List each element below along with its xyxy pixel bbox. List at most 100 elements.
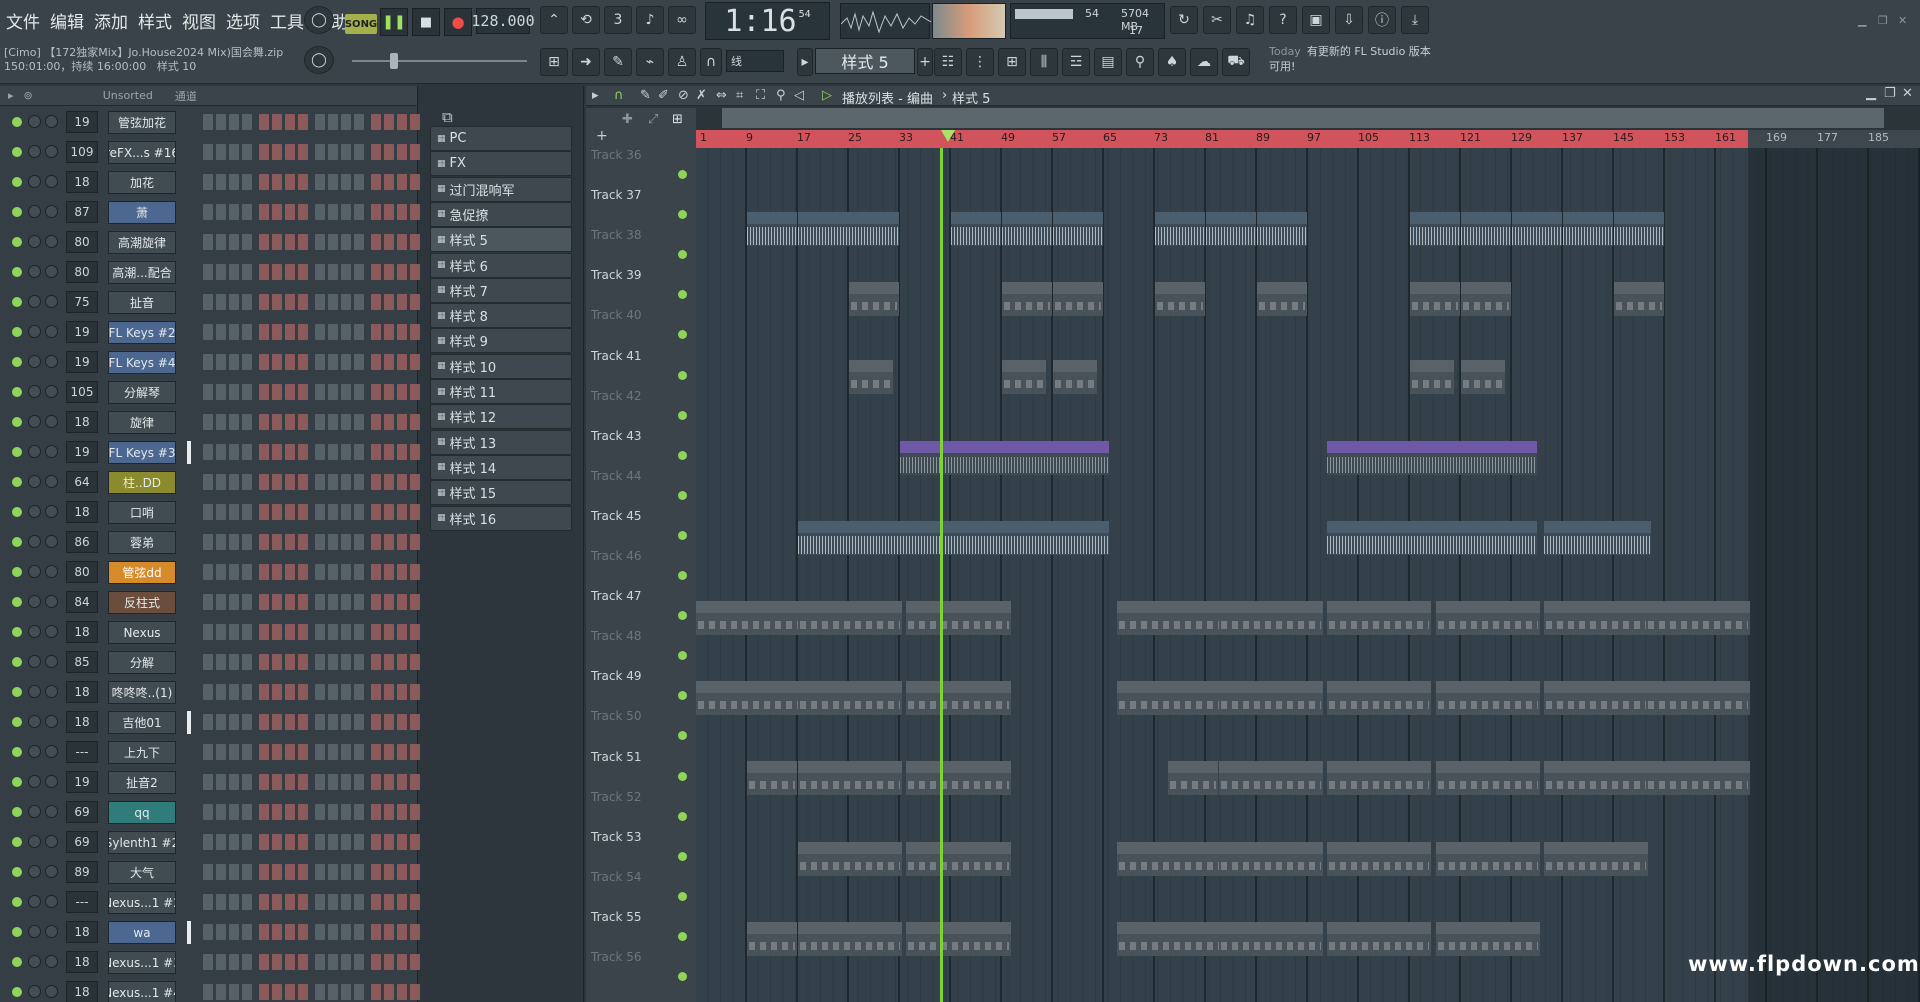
step-button[interactable] bbox=[371, 504, 381, 520]
minimize-icon[interactable]: ▁ bbox=[1858, 14, 1866, 27]
step-button[interactable] bbox=[272, 744, 282, 760]
step-button[interactable] bbox=[315, 354, 325, 370]
step-button[interactable] bbox=[242, 924, 252, 940]
playlist-clip[interactable]: 样式 9 bbox=[906, 681, 1011, 716]
step-button[interactable] bbox=[410, 534, 420, 550]
step-button[interactable] bbox=[328, 534, 338, 550]
playlist-clip[interactable]: FX bbox=[1461, 282, 1511, 317]
step-button[interactable] bbox=[315, 564, 325, 580]
channel-mixer-track[interactable]: 85 bbox=[66, 651, 98, 673]
step-button[interactable] bbox=[315, 474, 325, 490]
step-button[interactable] bbox=[384, 294, 394, 310]
channel-mute-led[interactable] bbox=[12, 387, 22, 397]
step-button[interactable] bbox=[298, 384, 308, 400]
step-button[interactable] bbox=[229, 594, 239, 610]
step-button[interactable] bbox=[341, 594, 351, 610]
step-button[interactable] bbox=[371, 384, 381, 400]
channel-volume-knob-icon[interactable] bbox=[45, 475, 58, 488]
step-button[interactable] bbox=[371, 654, 381, 670]
channel-mixer-track[interactable]: 19 bbox=[66, 351, 98, 373]
step-button[interactable] bbox=[328, 624, 338, 640]
track-mute-led[interactable] bbox=[678, 731, 687, 741]
step-button[interactable] bbox=[315, 444, 325, 460]
step-button[interactable] bbox=[397, 414, 407, 430]
step-button[interactable] bbox=[397, 594, 407, 610]
step-button[interactable] bbox=[397, 354, 407, 370]
step-button[interactable] bbox=[216, 924, 226, 940]
step-button[interactable] bbox=[229, 384, 239, 400]
step-button[interactable] bbox=[298, 204, 308, 220]
channel-row[interactable]: 84 反柱式 bbox=[0, 588, 420, 618]
step-button[interactable] bbox=[285, 804, 295, 820]
step-button[interactable] bbox=[315, 324, 325, 340]
step-button[interactable] bbox=[315, 294, 325, 310]
channel-pan-knob-icon[interactable] bbox=[28, 595, 41, 608]
playlist-clip[interactable]: 样式 11 bbox=[798, 921, 903, 956]
step-button[interactable] bbox=[259, 564, 269, 580]
channel-mute-led[interactable] bbox=[12, 957, 22, 967]
channel-rack-icon[interactable]: ☲ bbox=[1062, 48, 1090, 76]
step-button[interactable] bbox=[242, 894, 252, 910]
step-button[interactable] bbox=[259, 354, 269, 370]
playlist-clip[interactable]: 样式 6 bbox=[1435, 841, 1540, 876]
step-button[interactable] bbox=[229, 714, 239, 730]
step-button[interactable] bbox=[259, 504, 269, 520]
step-button[interactable] bbox=[328, 924, 338, 940]
step-button[interactable] bbox=[229, 114, 239, 130]
step-button[interactable] bbox=[371, 864, 381, 880]
channel-volume-knob-icon[interactable] bbox=[45, 985, 58, 998]
step-button[interactable] bbox=[272, 294, 282, 310]
step-button[interactable] bbox=[298, 354, 308, 370]
step-button[interactable] bbox=[410, 864, 420, 880]
channel-row[interactable]: 18 Nexus...1 #3 bbox=[0, 948, 420, 978]
step-button[interactable] bbox=[272, 204, 282, 220]
step-button[interactable] bbox=[285, 444, 295, 460]
step-button[interactable] bbox=[384, 354, 394, 370]
step-button[interactable] bbox=[285, 264, 295, 280]
step-button[interactable] bbox=[229, 864, 239, 880]
step-button[interactable] bbox=[328, 234, 338, 250]
step-button[interactable] bbox=[384, 564, 394, 580]
step-button[interactable] bbox=[328, 324, 338, 340]
channel-pan-knob-icon[interactable] bbox=[28, 565, 41, 578]
step-button[interactable] bbox=[410, 444, 420, 460]
song-time-display[interactable]: 1:16 54 bbox=[705, 2, 830, 40]
channel-name-button[interactable]: qq bbox=[108, 801, 176, 824]
playlist-clip[interactable] bbox=[1461, 360, 1505, 395]
step-button[interactable] bbox=[272, 864, 282, 880]
step-button[interactable] bbox=[216, 174, 226, 190]
channel-row[interactable]: 18 吉他01 bbox=[0, 708, 420, 738]
step-button[interactable] bbox=[272, 954, 282, 970]
track-header[interactable]: Track 39 bbox=[586, 260, 696, 300]
tools-icon[interactable]: ♠ bbox=[1158, 48, 1186, 76]
step-button[interactable] bbox=[371, 744, 381, 760]
step-button[interactable] bbox=[315, 414, 325, 430]
step-button[interactable] bbox=[397, 774, 407, 790]
step-button[interactable] bbox=[203, 174, 213, 190]
menu-add[interactable]: 添加 bbox=[92, 8, 130, 33]
paint-tool-icon[interactable]: ✐ bbox=[658, 88, 669, 103]
channel-volume-knob-icon[interactable] bbox=[45, 595, 58, 608]
step-button[interactable] bbox=[298, 744, 308, 760]
step-button[interactable] bbox=[371, 924, 381, 940]
channel-name-button[interactable]: 管弦dd bbox=[108, 561, 176, 584]
step-button[interactable] bbox=[397, 174, 407, 190]
step-button[interactable] bbox=[410, 324, 420, 340]
channel-mute-led[interactable] bbox=[12, 627, 22, 637]
playlist-clip[interactable]: 样式 11 bbox=[906, 921, 1011, 956]
track-mute-led[interactable] bbox=[678, 851, 687, 861]
step-button[interactable] bbox=[216, 414, 226, 430]
channel-name-button[interactable]: Nexus...1 #4 bbox=[108, 981, 176, 1002]
channel-pan-knob-icon[interactable] bbox=[28, 745, 41, 758]
step-button[interactable] bbox=[229, 684, 239, 700]
step-button[interactable] bbox=[216, 114, 226, 130]
channel-name-button[interactable]: 管弦加花 bbox=[108, 111, 176, 134]
track-header[interactable]: Track 47 bbox=[586, 581, 696, 621]
step-button[interactable] bbox=[354, 984, 364, 1000]
step-button[interactable] bbox=[242, 114, 252, 130]
step-button[interactable] bbox=[259, 744, 269, 760]
step-button[interactable] bbox=[259, 684, 269, 700]
channel-pan-knob-icon[interactable] bbox=[28, 145, 41, 158]
channel-mute-led[interactable] bbox=[12, 597, 22, 607]
step-button[interactable] bbox=[272, 474, 282, 490]
